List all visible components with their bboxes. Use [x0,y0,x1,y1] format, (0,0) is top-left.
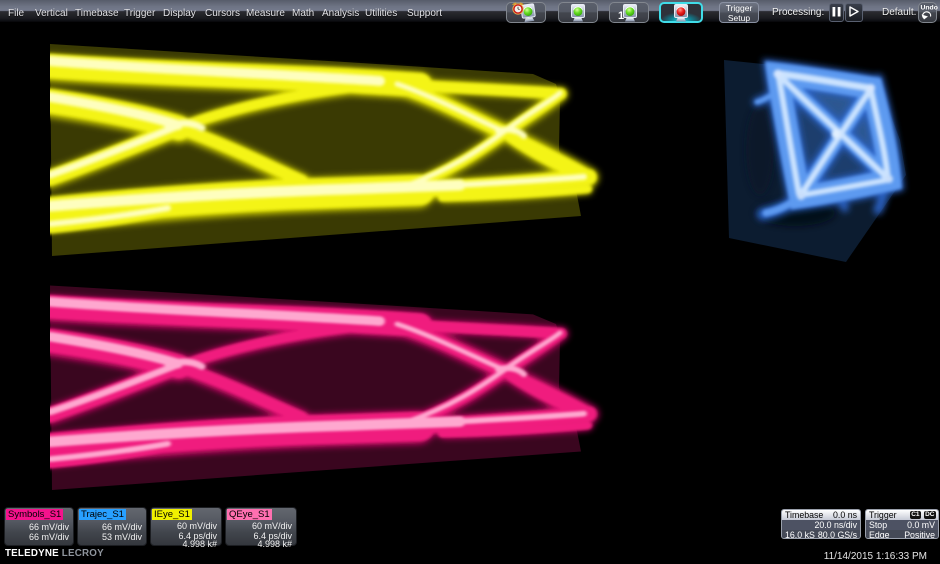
svg-text:1: 1 [618,10,624,22]
svg-text:Undo: Undo [921,5,938,12]
